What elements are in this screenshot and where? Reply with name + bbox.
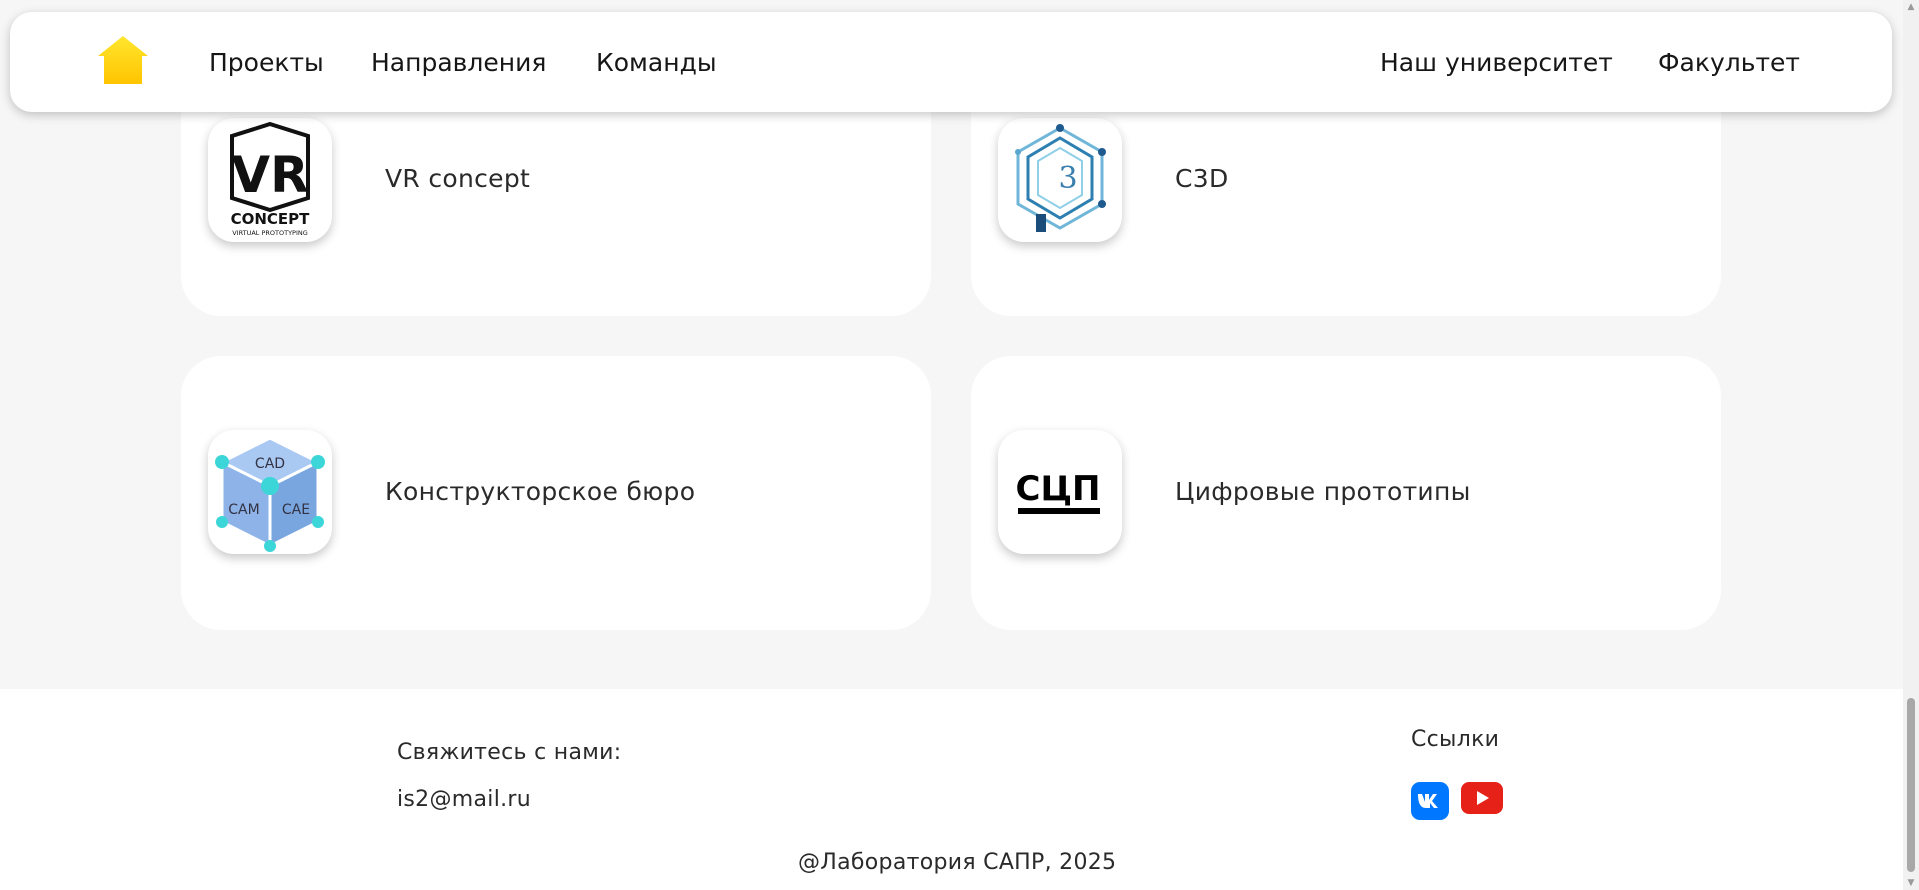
scp-logo: СЦП (998, 430, 1122, 554)
cad-cam-cae-cube-logo: CAD CAM CAE (208, 430, 332, 554)
links-heading: Ссылки (1411, 727, 1500, 752)
svg-text:3: 3 (1058, 161, 1077, 196)
project-card-design-bureau[interactable]: CAD CAM CAE Конструкторское бюро (181, 356, 931, 630)
svg-text:CAE: CAE (282, 502, 310, 518)
nav-our-university[interactable]: Наш университет (1380, 48, 1613, 77)
scroll-down-arrow-icon[interactable]: ▼ (1903, 876, 1919, 890)
vertical-scrollbar[interactable]: ▲ ▼ (1903, 0, 1919, 890)
footer: Свяжитесь с нами: is2@mail.ru Ссылки @Ла… (0, 689, 1903, 890)
svg-text:CONCEPT: CONCEPT (231, 210, 311, 228)
contact-heading: Свяжитесь с нами: (397, 740, 622, 765)
copyright-text: @Лаборатория САПР, 2025 (798, 850, 1117, 875)
home-icon[interactable] (96, 34, 150, 88)
nav-directions[interactable]: Направления (371, 48, 546, 77)
youtube-icon[interactable] (1461, 782, 1503, 814)
project-title: Конструкторское бюро (385, 477, 696, 506)
svg-text:VIRTUAL PROTOTYPING: VIRTUAL PROTOTYPING (232, 229, 308, 237)
scrollbar-thumb[interactable] (1907, 698, 1915, 872)
svg-text:CAM: CAM (228, 502, 259, 518)
svg-text:CAD: CAD (255, 456, 285, 472)
vr-concept-logo: VR CONCEPT VIRTUAL PROTOTYPING (208, 118, 332, 242)
nav-faculty[interactable]: Факультет (1658, 48, 1800, 77)
svg-text:СЦП: СЦП (1016, 469, 1101, 509)
nav-projects[interactable]: Проекты (209, 48, 324, 77)
scroll-up-arrow-icon[interactable]: ▲ (1903, 0, 1919, 14)
vk-icon[interactable] (1411, 782, 1449, 820)
c3d-logo: 3 (998, 118, 1122, 242)
contact-email-link[interactable]: is2@mail.ru (397, 787, 531, 812)
project-title: VR concept (385, 164, 531, 193)
project-title: Цифровые прототипы (1175, 477, 1471, 506)
project-title: C3D (1175, 164, 1229, 193)
nav-teams[interactable]: Команды (596, 48, 717, 77)
project-card-digital-prototypes[interactable]: СЦП Цифровые прототипы (971, 356, 1721, 630)
svg-text:VR: VR (231, 146, 308, 204)
top-navigation-bar: Проекты Направления Команды Наш универси… (10, 12, 1892, 112)
